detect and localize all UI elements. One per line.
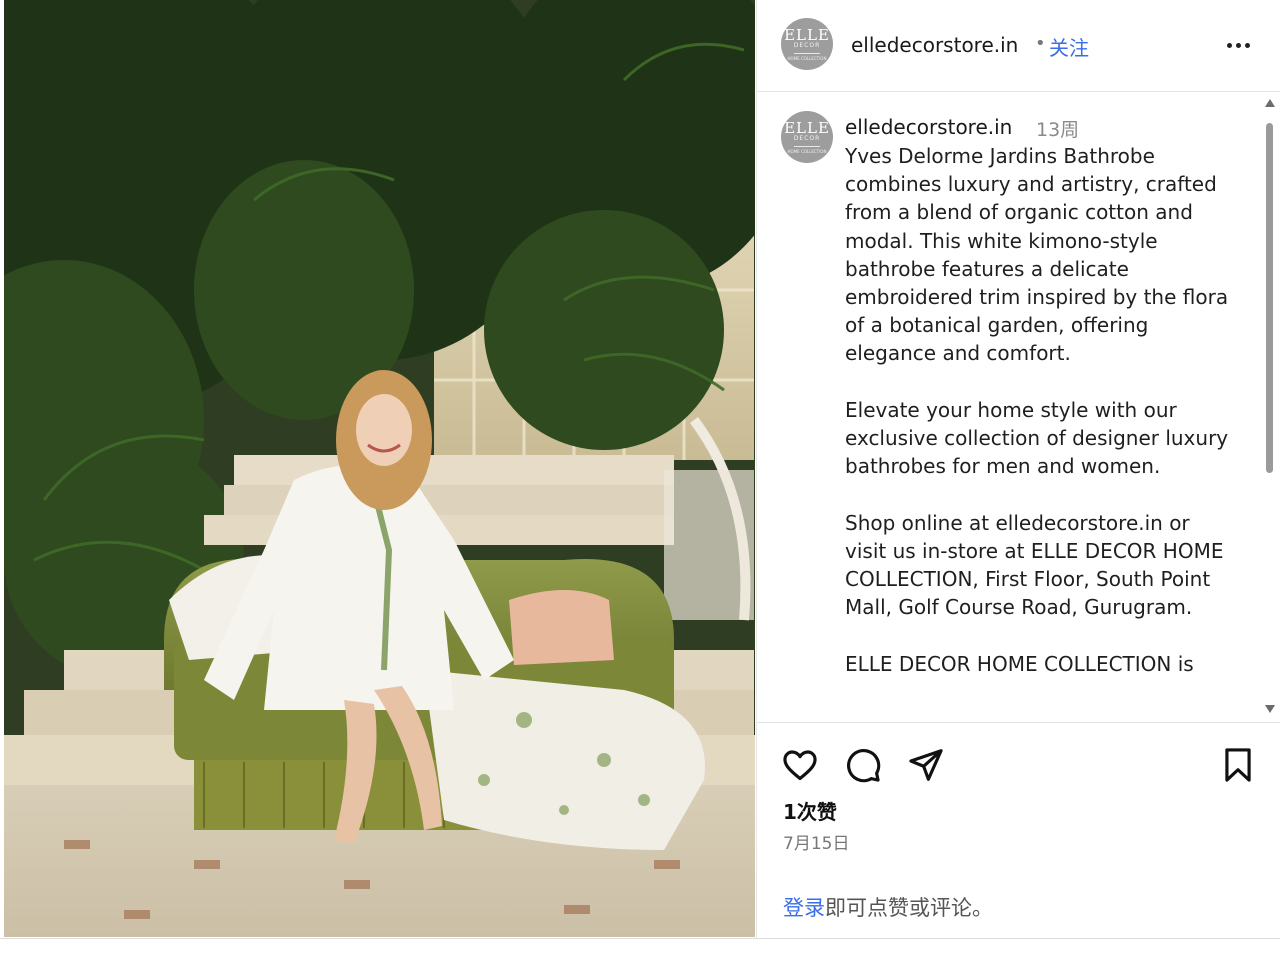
- post-header: ELLE DECOR HOME COLLECTION elledecorstor…: [757, 0, 1280, 92]
- login-link[interactable]: 登录: [783, 896, 825, 920]
- caption-text: Yves Delorme Jardins Bathrobe combines l…: [845, 142, 1237, 706]
- window-bottom-edge: [0, 938, 1280, 954]
- caption-paragraph: Shop online at elledecorstore.in or visi…: [845, 510, 1224, 620]
- caption-timestamp[interactable]: 13周: [1036, 115, 1079, 142]
- comment-icon: [847, 749, 881, 783]
- follow-button[interactable]: 关注: [1049, 32, 1089, 61]
- more-options-button[interactable]: [1223, 30, 1253, 60]
- share-button[interactable]: [905, 744, 947, 786]
- like-button[interactable]: [779, 744, 821, 786]
- more-horizontal-icon: [1226, 42, 1232, 48]
- caption-avatar[interactable]: ELLE DECOR HOME COLLECTION: [781, 111, 833, 163]
- caption-username[interactable]: elledecorstore.in: [845, 115, 1012, 139]
- send-icon: [909, 749, 943, 781]
- more-horizontal-icon-dot: [1244, 42, 1250, 48]
- caption-paragraph: Elevate your home style with our exclusi…: [845, 397, 1229, 479]
- instagram-post-window: ELLE DECOR HOME COLLECTION elledecorstor…: [0, 0, 1280, 954]
- avatar-logo-tiny: HOME COLLECTION: [787, 55, 827, 61]
- header-separator: •: [1035, 33, 1046, 54]
- like-count[interactable]: 1次赞: [783, 796, 837, 825]
- avatar-logo-tiny: HOME COLLECTION: [787, 148, 827, 154]
- caption-scrollbar[interactable]: [1261, 93, 1277, 722]
- scrollbar-thumb[interactable]: [1266, 123, 1273, 473]
- caption-scroll-area[interactable]: ELLE DECOR HOME COLLECTION elledecorstor…: [757, 93, 1280, 723]
- login-prompt-text: 即可点赞或评论。: [825, 896, 993, 920]
- avatar-logo-subtext: DECOR: [793, 41, 821, 49]
- avatar-logo-subtext: DECOR: [793, 134, 821, 142]
- avatar-logo-text: ELLE: [784, 25, 830, 44]
- avatar-logo-text: ELLE: [784, 118, 830, 137]
- bookmark-icon: [1225, 748, 1251, 782]
- login-prompt: 登录即可点赞或评论。: [783, 892, 993, 922]
- post-photo[interactable]: [4, 0, 755, 937]
- more-horizontal-icon-dot: [1235, 42, 1241, 48]
- avatar-logo-divider: [794, 145, 820, 147]
- heart-icon: [783, 750, 817, 781]
- post-date[interactable]: 7月15日: [783, 829, 849, 854]
- comment-button[interactable]: [842, 744, 884, 786]
- caption-paragraph: Yves Delorme Jardins Bathrobe combines l…: [845, 144, 1229, 366]
- save-button[interactable]: [1217, 744, 1259, 786]
- post-action-bar: [757, 740, 1280, 790]
- avatar-logo-divider: [794, 52, 820, 54]
- header-username[interactable]: elledecorstore.in: [851, 33, 1018, 57]
- account-avatar[interactable]: ELLE DECOR HOME COLLECTION: [781, 18, 833, 70]
- post-photo-illustration: [4, 0, 755, 937]
- scroll-down-arrow-icon[interactable]: [1265, 705, 1275, 713]
- scroll-up-arrow-icon[interactable]: [1265, 99, 1275, 107]
- caption-paragraph: ELLE DECOR HOME COLLECTION is: [845, 651, 1194, 676]
- post-sidebar: ELLE DECOR HOME COLLECTION elledecorstor…: [756, 0, 1280, 938]
